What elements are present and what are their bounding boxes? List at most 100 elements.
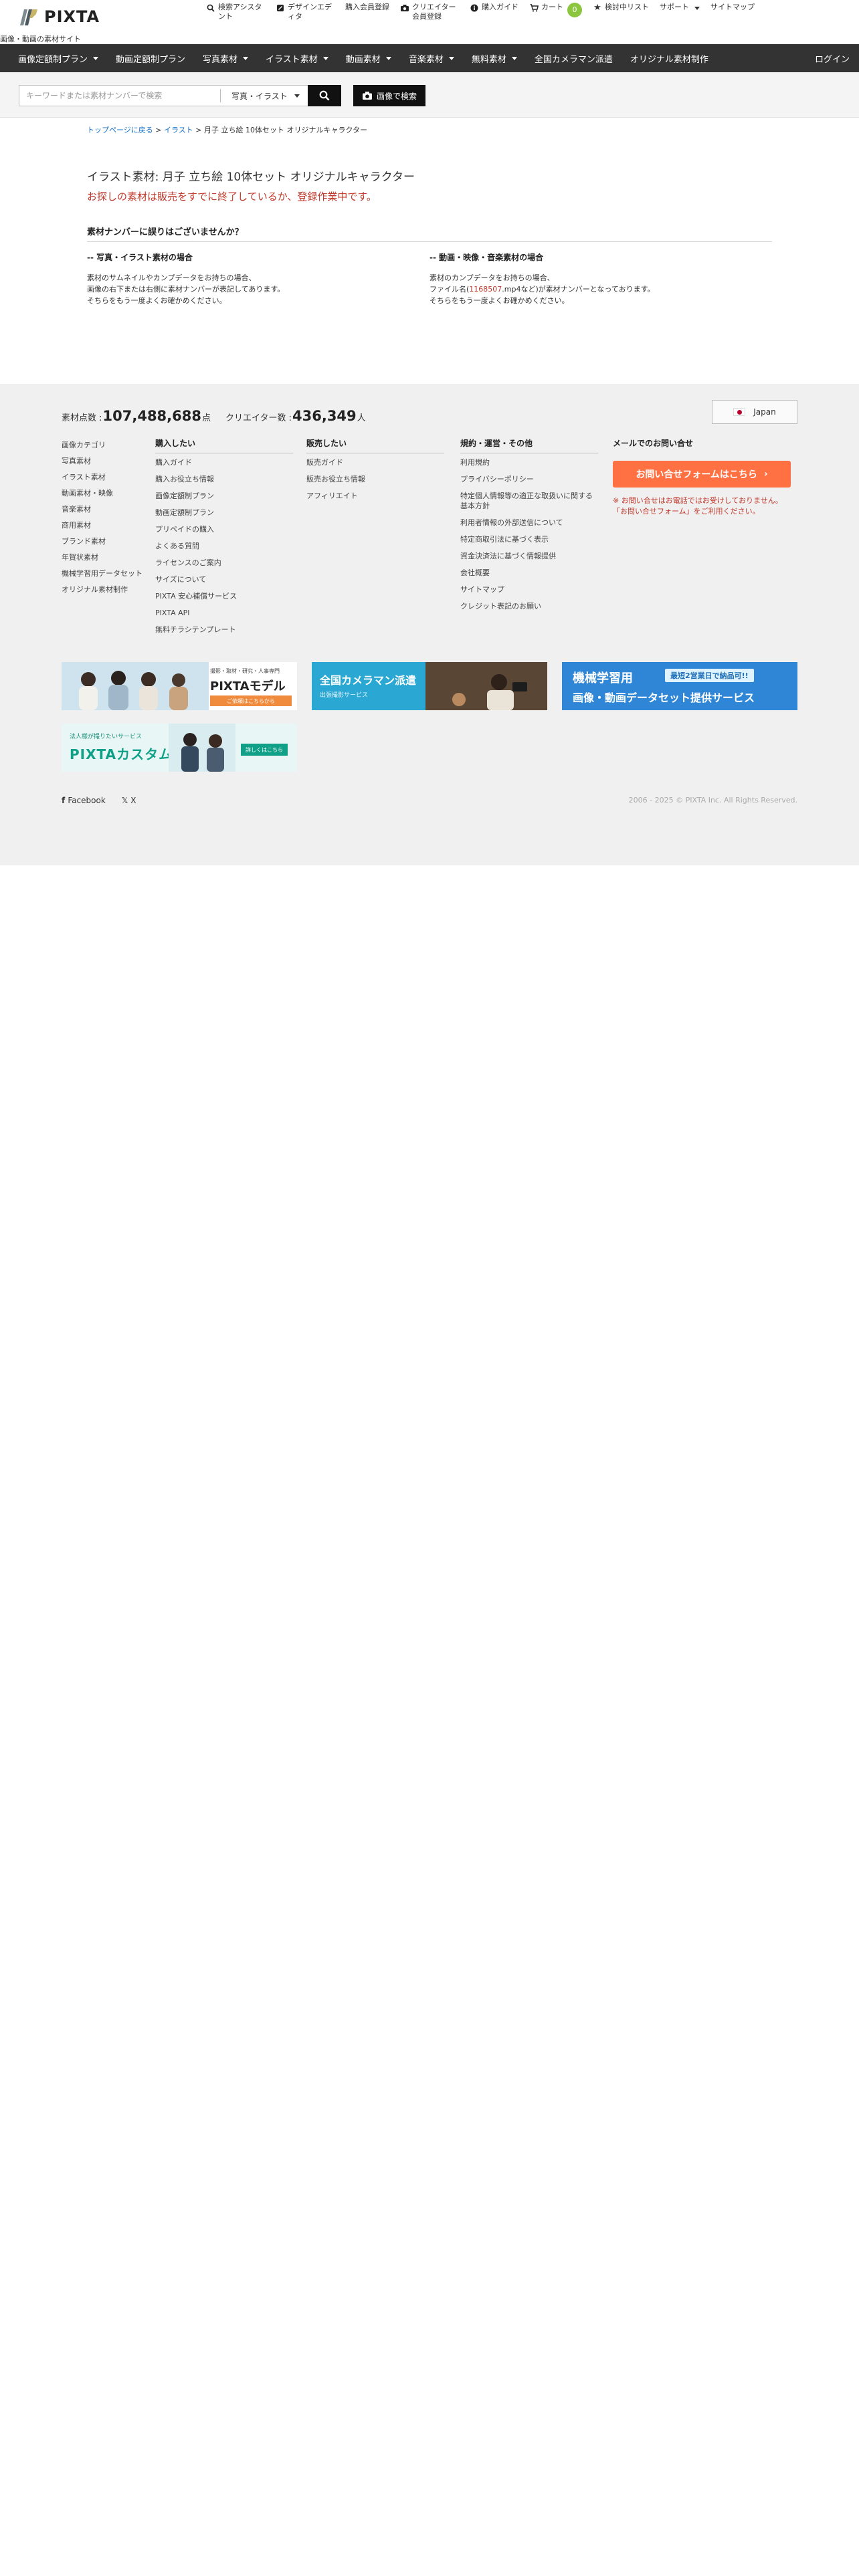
creator-count-unit: 人: [357, 413, 366, 423]
banner-cta: 詳しくはこちら: [241, 744, 288, 756]
footer-link[interactable]: 購入お役立ち情報: [155, 474, 293, 484]
search-button[interactable]: [308, 85, 341, 106]
help-video-line: 素材のカンプデータをお持ちの場合、: [430, 274, 555, 282]
footer-link[interactable]: 販売ガイド: [306, 457, 444, 467]
menu-video-subscription[interactable]: 動画定額制プラン: [107, 44, 194, 72]
facebook-link[interactable]: f Facebook: [62, 796, 106, 805]
footer-link[interactable]: よくある質問: [155, 541, 293, 551]
asset-count-unit: 点: [201, 413, 211, 423]
pixta-logo-mark: [20, 9, 37, 25]
menu-label: 無料素材: [471, 54, 506, 65]
contact-section: メールでのお問い合せ お問い合せフォームはこちら › ※ お問い合せはお電話では…: [613, 437, 791, 517]
banner-title: 全国カメラマン派遣: [320, 674, 417, 687]
chevron-down-icon: [243, 56, 249, 60]
footer-link[interactable]: アフィリエイト: [306, 491, 444, 501]
ml-dataset-banner[interactable]: 機械学習用 最短2営業日で納品可!! 画像・動画データセット提供サービス: [562, 662, 797, 710]
footer-link[interactable]: PIXTA 安心補償サービス: [155, 591, 293, 601]
footer-link[interactable]: プリペイドの購入: [155, 524, 293, 534]
nav-label: デザインエディタ: [288, 3, 332, 21]
footer-link[interactable]: 無料チラシテンプレート: [155, 625, 293, 635]
asset-count: 107,488,688: [102, 408, 201, 424]
page-title: イラスト素材: 月子 立ち絵 10体セット オリジナルキャラクター: [87, 171, 415, 184]
footer-link[interactable]: 動画素材・映像: [62, 486, 142, 502]
help-photo-line: 画像の右下または右側に素材ナンバーが表記してあります。: [87, 285, 285, 294]
nav-label: サイトマップ: [710, 3, 755, 11]
footer-link[interactable]: 資金決済法に基づく情報提供: [460, 551, 598, 561]
menu-original-production[interactable]: オリジナル素材制作: [622, 44, 717, 72]
footer-link[interactable]: ブランド素材: [62, 534, 142, 550]
nav-wishlist[interactable]: ★ 検討中リスト: [587, 3, 654, 13]
footer-link[interactable]: プライバシーポリシー: [460, 474, 598, 484]
footer-link[interactable]: 販売お役立ち情報: [306, 474, 444, 484]
footer-link[interactable]: 画像カテゴリ: [62, 437, 142, 453]
menu-label: 音楽素材: [408, 54, 444, 65]
nav-search-assistant[interactable]: 検索アシスタント: [201, 3, 270, 21]
image-search-button[interactable]: 画像で検索: [353, 85, 425, 106]
footer-link[interactable]: 音楽素材: [62, 502, 142, 518]
footer-link[interactable]: 会社概要: [460, 568, 598, 578]
banner-title: PIXTAモデル: [210, 679, 286, 693]
breadcrumb-separator: >: [153, 126, 164, 134]
menu-photos[interactable]: 写真素材: [194, 44, 257, 72]
main-menu-bar: 画像定額制プラン 動画定額制プラン 写真素材 イラスト素材 動画素材 音楽素材 …: [0, 44, 859, 72]
x-link[interactable]: 𝕏 X: [122, 796, 136, 805]
login-link[interactable]: ログイン: [815, 44, 850, 72]
pixta-model-banner[interactable]: 撮影・取材・研究・人事専門 PIXTAモデル ご依頼はこちらから: [62, 662, 297, 710]
language-selector[interactable]: Japan: [712, 400, 797, 424]
chevron-down-icon: [322, 56, 328, 60]
nav-purchase-guide[interactable]: 購入ガイド: [464, 3, 524, 13]
nav-buyer-signup[interactable]: 購入会員登録: [340, 3, 395, 12]
footer-link[interactable]: 機械学習用データセット: [62, 566, 142, 582]
nav-label: 検討中リスト: [605, 3, 649, 11]
footer-link[interactable]: 画像定額制プラン: [155, 491, 293, 501]
menu-photographer-dispatch[interactable]: 全国カメラマン派遣: [526, 44, 622, 72]
menu-videos[interactable]: 動画素材: [337, 44, 400, 72]
footer-link[interactable]: PIXTA API: [155, 608, 293, 618]
footer-link[interactable]: サイズについて: [155, 574, 293, 584]
search-input[interactable]: [19, 86, 220, 106]
menu-free[interactable]: 無料素材: [463, 44, 526, 72]
nav-sitemap[interactable]: サイトマップ: [705, 3, 760, 12]
footer-link[interactable]: 商用素材: [62, 518, 142, 534]
footer-link[interactable]: 動画定額制プラン: [155, 508, 293, 518]
contact-button-label: お問い合せフォームはこちら: [636, 469, 757, 480]
nav-creator-signup[interactable]: クリエイター会員登録: [395, 3, 464, 21]
social-links: f Facebook 𝕏 X: [62, 796, 136, 805]
pixta-logo[interactable]: PIXTA: [19, 5, 100, 28]
divider: [87, 241, 772, 242]
footer-link[interactable]: 利用者情報の外部送信について: [460, 518, 598, 528]
footer-link[interactable]: オリジナル素材制作: [62, 582, 142, 598]
banner-subtitle: 法人様が撮りたいサービス: [70, 734, 142, 740]
footer-link[interactable]: イラスト素材: [62, 469, 142, 486]
banner-badge: 最短2営業日で納品可!!: [665, 669, 754, 682]
footer-link[interactable]: 特定個人情報等の適正な取扱いに関する基本方針: [460, 491, 598, 511]
nav-cart[interactable]: カート 0: [524, 3, 587, 17]
footer-link[interactable]: 写真素材: [62, 453, 142, 469]
breadcrumb-category-link[interactable]: イラスト: [164, 126, 193, 134]
contact-form-button[interactable]: お問い合せフォームはこちら ›: [613, 461, 791, 488]
asset-count-label: 素材点数 :: [62, 413, 102, 423]
help-photo-heading: -- 写真・イラスト素材の場合: [87, 253, 193, 262]
footer-link[interactable]: 購入ガイド: [155, 457, 293, 467]
menu-label: 動画素材: [345, 54, 381, 65]
footer-link[interactable]: サイトマップ: [460, 584, 598, 595]
copyright: 2006 - 2025 © PIXTA Inc. All Rights Rese…: [628, 796, 797, 804]
search-type-select[interactable]: 写真・イラスト: [221, 90, 306, 102]
footer-link[interactable]: ライセンスのご案内: [155, 558, 293, 568]
pixta-custom-banner[interactable]: 法人様が撮りたいサービス PIXTAカスタム 詳しくはこちら: [62, 724, 297, 772]
photographer-dispatch-banner[interactable]: 全国カメラマン派遣 出張撮影サービス: [312, 662, 547, 710]
facebook-icon: f: [62, 796, 68, 805]
help-video-line: ファイル名(1168507.mp4など)が素材ナンバーとなっております。: [430, 284, 764, 295]
breadcrumb-top-link[interactable]: トップページに戻る: [87, 126, 153, 134]
menu-music[interactable]: 音楽素材: [400, 44, 463, 72]
footer-link[interactable]: 年賀状素材: [62, 550, 142, 566]
menu-label: イラスト素材: [266, 54, 318, 65]
footer-link[interactable]: 利用規約: [460, 457, 598, 467]
site-footer: 素材点数 : 107,488,688 点 クリエイター数 : 436,349 人…: [0, 384, 859, 865]
menu-illustrations[interactable]: イラスト素材: [257, 44, 337, 72]
nav-design-editor[interactable]: デザインエディタ: [270, 3, 340, 21]
nav-support[interactable]: サポート: [654, 3, 705, 12]
menu-image-subscription[interactable]: 画像定額制プラン: [9, 44, 107, 72]
footer-link[interactable]: 特定商取引法に基づく表示: [460, 534, 598, 544]
footer-link[interactable]: クレジット表記のお願い: [460, 601, 598, 611]
